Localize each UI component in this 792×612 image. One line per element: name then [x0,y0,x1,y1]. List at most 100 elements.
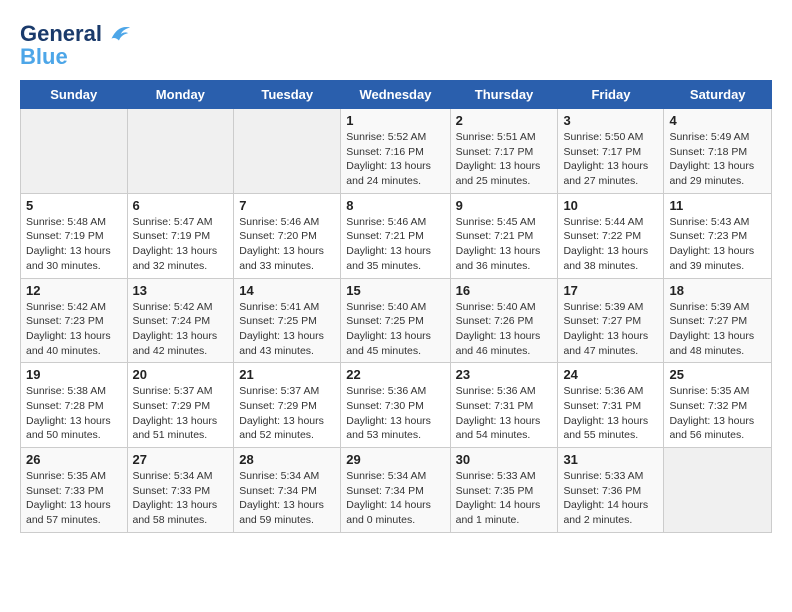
dow-header: Friday [558,81,664,109]
day-info: Sunrise: 5:50 AMSunset: 7:17 PMDaylight:… [563,130,658,189]
day-number: 4 [669,113,766,128]
day-info: Sunrise: 5:38 AMSunset: 7:28 PMDaylight:… [26,384,122,443]
calendar-cell [234,109,341,194]
calendar-cell: 30 Sunrise: 5:33 AMSunset: 7:35 PMDayligh… [450,448,558,533]
day-info: Sunrise: 5:34 AMSunset: 7:34 PMDaylight:… [239,469,335,528]
dow-header: Saturday [664,81,772,109]
calendar-cell: 10Sunrise: 5:44 AMSunset: 7:22 PMDayligh… [558,193,664,278]
day-info: Sunrise: 5:48 AMSunset: 7:19 PMDaylight:… [26,215,122,274]
day-info: Sunrise: 5:44 AMSunset: 7:22 PMDaylight:… [563,215,658,274]
day-info: Sunrise: 5:39 AMSunset: 7:27 PMDaylight:… [563,300,658,359]
calendar-cell: 2 Sunrise: 5:51 AMSunset: 7:17 PMDaylight… [450,109,558,194]
calendar-cell: 3 Sunrise: 5:50 AMSunset: 7:17 PMDaylight… [558,109,664,194]
day-number: 25 [669,367,766,382]
calendar-cell: 26 Sunrise: 5:35 AMSunset: 7:33 PMDayligh… [21,448,128,533]
day-number: 29 [346,452,444,467]
day-number: 14 [239,283,335,298]
calendar-cell: 14 Sunrise: 5:41 AMSunset: 7:25 PMDayligh… [234,278,341,363]
day-info: Sunrise: 5:49 AMSunset: 7:18 PMDaylight:… [669,130,766,189]
day-info: Sunrise: 5:33 AMSunset: 7:36 PMDaylight:… [563,469,658,528]
day-number: 23 [456,367,553,382]
calendar-cell: 25 Sunrise: 5:35 AMSunset: 7:32 PMDayligh… [664,363,772,448]
dow-header: Tuesday [234,81,341,109]
calendar-cell: 1Sunrise: 5:52 AMSunset: 7:16 PMDaylight… [341,109,450,194]
day-number: 27 [133,452,229,467]
calendar-cell: 6 Sunrise: 5:47 AMSunset: 7:19 PMDaylight… [127,193,234,278]
day-number: 15 [346,283,444,298]
day-info: Sunrise: 5:36 AMSunset: 7:31 PMDaylight:… [456,384,553,443]
calendar-cell: 15 Sunrise: 5:40 AMSunset: 7:25 PMDayligh… [341,278,450,363]
day-info: Sunrise: 5:46 AMSunset: 7:20 PMDaylight:… [239,215,335,274]
day-info: Sunrise: 5:42 AMSunset: 7:24 PMDaylight:… [133,300,229,359]
calendar-cell: 16 Sunrise: 5:40 AMSunset: 7:26 PMDayligh… [450,278,558,363]
logo-text: General [20,22,102,46]
day-number: 22 [346,367,444,382]
day-info: Sunrise: 5:42 AMSunset: 7:23 PMDaylight:… [26,300,122,359]
calendar-cell: 24 Sunrise: 5:36 AMSunset: 7:31 PMDayligh… [558,363,664,448]
day-number: 19 [26,367,122,382]
calendar-cell: 7 Sunrise: 5:46 AMSunset: 7:20 PMDaylight… [234,193,341,278]
day-number: 18 [669,283,766,298]
day-info: Sunrise: 5:47 AMSunset: 7:19 PMDaylight:… [133,215,229,274]
calendar-cell: 18Sunrise: 5:39 AMSunset: 7:27 PMDayligh… [664,278,772,363]
day-number: 21 [239,367,335,382]
calendar-cell: 5 Sunrise: 5:48 AMSunset: 7:19 PMDaylight… [21,193,128,278]
day-number: 16 [456,283,553,298]
calendar-cell: 17 Sunrise: 5:39 AMSunset: 7:27 PMDayligh… [558,278,664,363]
day-number: 24 [563,367,658,382]
day-info: Sunrise: 5:36 AMSunset: 7:31 PMDaylight:… [563,384,658,443]
day-number: 8 [346,198,444,213]
day-number: 1 [346,113,444,128]
day-number: 3 [563,113,658,128]
calendar-cell: 8Sunrise: 5:46 AMSunset: 7:21 PMDaylight… [341,193,450,278]
day-info: Sunrise: 5:40 AMSunset: 7:25 PMDaylight:… [346,300,444,359]
day-number: 28 [239,452,335,467]
day-number: 30 [456,452,553,467]
calendar-cell: 23 Sunrise: 5:36 AMSunset: 7:31 PMDayligh… [450,363,558,448]
day-number: 20 [133,367,229,382]
dow-header: Wednesday [341,81,450,109]
day-info: Sunrise: 5:37 AMSunset: 7:29 PMDaylight:… [239,384,335,443]
day-info: Sunrise: 5:51 AMSunset: 7:17 PMDaylight:… [456,130,553,189]
day-number: 26 [26,452,122,467]
header: General Blue [20,20,772,70]
calendar-cell [21,109,128,194]
calendar-cell [127,109,234,194]
day-info: Sunrise: 5:33 AMSunset: 7:35 PMDaylight:… [456,469,553,528]
day-info: Sunrise: 5:41 AMSunset: 7:25 PMDaylight:… [239,300,335,359]
calendar-cell: 12 Sunrise: 5:42 AMSunset: 7:23 PMDayligh… [21,278,128,363]
calendar-cell: 21 Sunrise: 5:37 AMSunset: 7:29 PMDayligh… [234,363,341,448]
calendar-cell: 13 Sunrise: 5:42 AMSunset: 7:24 PMDayligh… [127,278,234,363]
day-info: Sunrise: 5:35 AMSunset: 7:32 PMDaylight:… [669,384,766,443]
day-info: Sunrise: 5:40 AMSunset: 7:26 PMDaylight:… [456,300,553,359]
calendar-cell [664,448,772,533]
day-number: 11 [669,198,766,213]
day-number: 17 [563,283,658,298]
calendar-cell: 4 Sunrise: 5:49 AMSunset: 7:18 PMDaylight… [664,109,772,194]
day-number: 31 [563,452,658,467]
calendar-cell: 27 Sunrise: 5:34 AMSunset: 7:33 PMDayligh… [127,448,234,533]
day-number: 13 [133,283,229,298]
day-number: 2 [456,113,553,128]
day-number: 5 [26,198,122,213]
day-number: 12 [26,283,122,298]
calendar-cell: 29Sunrise: 5:34 AMSunset: 7:34 PMDayligh… [341,448,450,533]
logo-bird-icon [104,20,132,48]
dow-header: Thursday [450,81,558,109]
calendar-cell: 20 Sunrise: 5:37 AMSunset: 7:29 PMDayligh… [127,363,234,448]
day-info: Sunrise: 5:35 AMSunset: 7:33 PMDaylight:… [26,469,122,528]
calendar-cell: 11 Sunrise: 5:43 AMSunset: 7:23 PMDayligh… [664,193,772,278]
day-info: Sunrise: 5:43 AMSunset: 7:23 PMDaylight:… [669,215,766,274]
day-number: 6 [133,198,229,213]
logo: General Blue [20,20,132,70]
day-info: Sunrise: 5:45 AMSunset: 7:21 PMDaylight:… [456,215,553,274]
calendar-cell: 28 Sunrise: 5:34 AMSunset: 7:34 PMDayligh… [234,448,341,533]
day-number: 7 [239,198,335,213]
day-info: Sunrise: 5:37 AMSunset: 7:29 PMDaylight:… [133,384,229,443]
calendar-cell: 19 Sunrise: 5:38 AMSunset: 7:28 PMDayligh… [21,363,128,448]
calendar-cell: 9Sunrise: 5:45 AMSunset: 7:21 PMDaylight… [450,193,558,278]
calendar-cell: 22Sunrise: 5:36 AMSunset: 7:30 PMDayligh… [341,363,450,448]
calendar-cell: 31 Sunrise: 5:33 AMSunset: 7:36 PMDayligh… [558,448,664,533]
dow-header: Monday [127,81,234,109]
day-info: Sunrise: 5:34 AMSunset: 7:33 PMDaylight:… [133,469,229,528]
